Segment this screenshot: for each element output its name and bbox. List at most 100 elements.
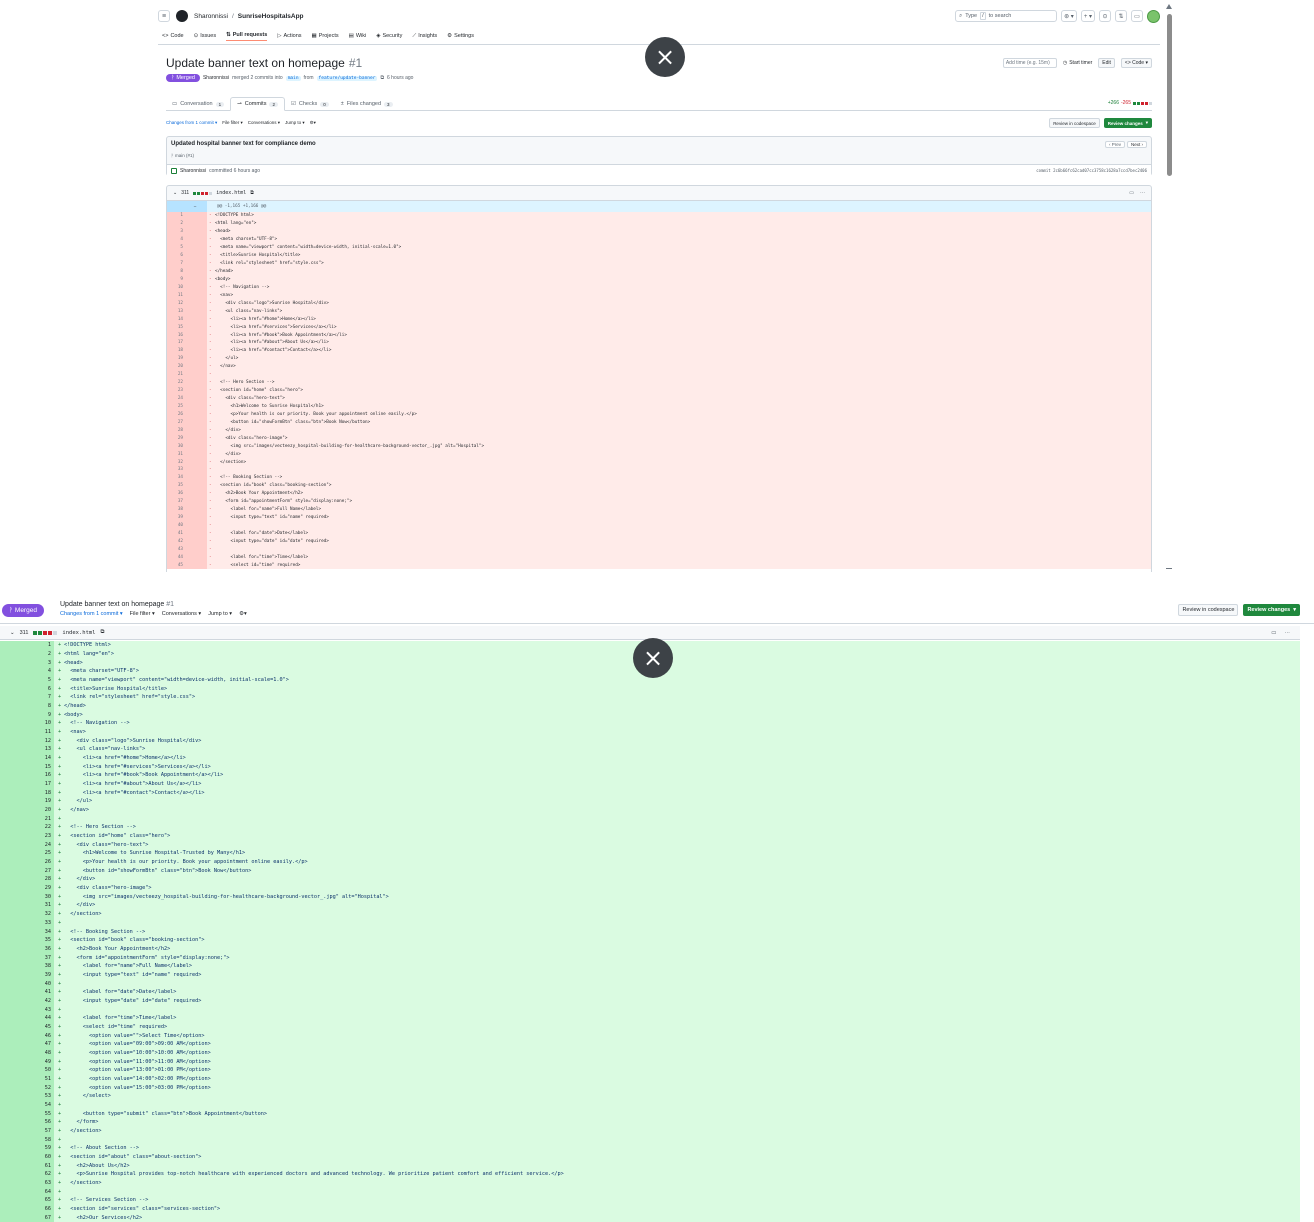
line-number[interactable]: 2 [0,649,54,659]
line-number[interactable]: 57 [0,1126,54,1136]
line-number[interactable]: 19 [0,797,54,806]
line-number[interactable]: 44 [167,553,207,562]
line-number[interactable]: 59 [0,1143,54,1153]
hamburger-menu-icon[interactable]: ≡ [158,10,170,22]
file-name-link[interactable]: index.html [216,190,246,196]
scroll-up-arrow-icon[interactable] [1166,4,1172,9]
review-in-codespace-button[interactable]: Review in codespace [1178,604,1239,616]
line-number[interactable]: 51 [0,1074,54,1084]
avatar[interactable] [1147,9,1160,23]
copy-branch-icon[interactable]: ⧉ [380,75,384,81]
line-number[interactable]: 66 [0,1204,54,1214]
line-number[interactable]: 28 [167,426,207,435]
line-number[interactable]: 38 [167,505,207,514]
line-number[interactable]: 20 [167,362,207,371]
repo-nav-item-issues[interactable]: ⊙ Issues [194,33,217,39]
line-number[interactable]: 63 [0,1178,54,1188]
line-number[interactable]: 56 [0,1117,54,1127]
line-number[interactable]: 13 [0,745,54,754]
changes-from-dropdown[interactable]: Changes from 1 commit ▾ [166,120,217,126]
repo-nav-item-wiki[interactable]: ▤ Wiki [349,33,367,39]
repo-nav-item-pull-requests[interactable]: ⇅ Pull requests [226,32,268,41]
line-number[interactable]: 31 [167,450,207,459]
line-number[interactable]: 50 [0,1065,54,1075]
line-number[interactable]: 2 [167,219,207,228]
line-number[interactable]: 12 [167,299,207,308]
diff-settings-gear-icon[interactable]: ⚙▾ [310,120,316,126]
line-number[interactable]: 35 [0,935,54,945]
line-number[interactable]: 46 [0,1031,54,1040]
line-number[interactable]: 60 [0,1152,54,1162]
line-number[interactable]: 67 [0,1213,54,1222]
repo-nav-item-insights[interactable]: ⟋ Insights [412,33,437,40]
jump-to-dropdown[interactable]: Jump to ▾ [208,611,232,617]
line-number[interactable]: 26 [0,857,54,867]
conversations-dropdown[interactable]: Conversations ▾ [248,120,280,126]
code-dropdown-button[interactable]: <> Code ▾ [1120,58,1152,68]
line-number[interactable]: 39 [0,970,54,980]
line-number[interactable]: 14 [0,753,54,763]
line-number[interactable]: 44 [0,1013,54,1023]
line-number[interactable]: 36 [167,489,207,498]
kebab-menu-icon[interactable]: ··· [1140,190,1145,196]
line-number[interactable]: 38 [0,961,54,971]
diff-settings-gear-icon[interactable]: ⚙▾ [239,611,247,617]
line-number[interactable]: 41 [167,529,207,538]
repo-nav-item-projects[interactable]: ▦ Projects [312,33,339,39]
line-number[interactable]: 42 [0,996,54,1006]
commit-sha[interactable]: commit 2c6b66fc62cad07cc3758c1628a7ccd7b… [1036,168,1147,173]
line-number[interactable]: 23 [167,386,207,395]
review-changes-button[interactable]: Review changes ▾ [1103,118,1152,128]
line-number[interactable]: 33 [167,466,207,474]
line-number[interactable]: 37 [167,497,207,506]
line-number[interactable]: 6 [167,251,207,260]
github-logo-icon[interactable] [176,10,188,22]
line-number[interactable]: 37 [0,953,54,962]
close-overlay-button[interactable]: × [645,37,685,77]
line-number[interactable]: 49 [0,1057,54,1066]
line-number[interactable]: 33 [0,918,54,928]
line-number[interactable]: 14 [167,315,207,324]
line-number[interactable]: 22 [167,378,207,387]
line-number[interactable]: 16 [167,331,207,339]
inbox-button[interactable]: ▭ [1131,10,1143,22]
tab-files-changed[interactable]: ± Files changed 3 [335,98,399,110]
file-filter-dropdown[interactable]: File filter ▾ [222,120,243,126]
line-number[interactable]: 64 [0,1187,54,1196]
collapse-file-chevron-icon[interactable]: ⌄ [173,190,177,196]
tab-commits[interactable]: ⊸ Commits 2 [230,97,285,111]
line-number[interactable]: 1 [0,641,54,650]
line-number[interactable]: 15 [0,762,54,772]
line-number[interactable]: 30 [167,442,207,451]
line-number[interactable]: 23 [0,831,54,841]
line-number[interactable]: 43 [167,545,207,554]
line-number[interactable]: 9 [0,710,54,720]
line-number[interactable]: 34 [0,927,54,936]
scroll-down-arrow-icon[interactable] [1166,568,1172,569]
line-number[interactable]: 10 [167,283,207,292]
edit-button[interactable]: Edit [1098,58,1115,68]
line-number[interactable]: 42 [167,537,207,546]
line-number[interactable]: 8 [167,267,207,276]
line-number[interactable]: 34 [167,473,207,482]
line-number[interactable]: 10 [0,719,54,728]
line-number[interactable]: 7 [167,259,207,268]
pull-requests-button[interactable]: ⇅ [1115,10,1127,22]
line-number[interactable]: 40 [0,979,54,988]
line-number[interactable]: 32 [0,909,54,919]
line-number[interactable]: 26 [167,410,207,419]
line-number[interactable]: 20 [0,805,54,815]
create-new-button[interactable]: + ▾ [1080,10,1095,22]
line-number[interactable]: 3 [0,658,54,668]
line-number[interactable]: 19 [167,354,207,363]
close-overlay-button[interactable]: × [633,638,673,678]
line-number[interactable]: 7 [0,693,54,702]
line-number[interactable]: 11 [167,291,207,300]
repo-nav-item-actions[interactable]: ▷ Actions [277,33,301,39]
expand-down-icon[interactable]: … [183,201,207,212]
line-number[interactable]: 31 [0,901,54,910]
kebab-menu-icon[interactable]: ··· [1285,630,1291,636]
line-number[interactable]: 45 [0,1022,54,1032]
base-branch-tag[interactable]: main [285,75,301,81]
line-number[interactable]: 24 [0,840,54,850]
